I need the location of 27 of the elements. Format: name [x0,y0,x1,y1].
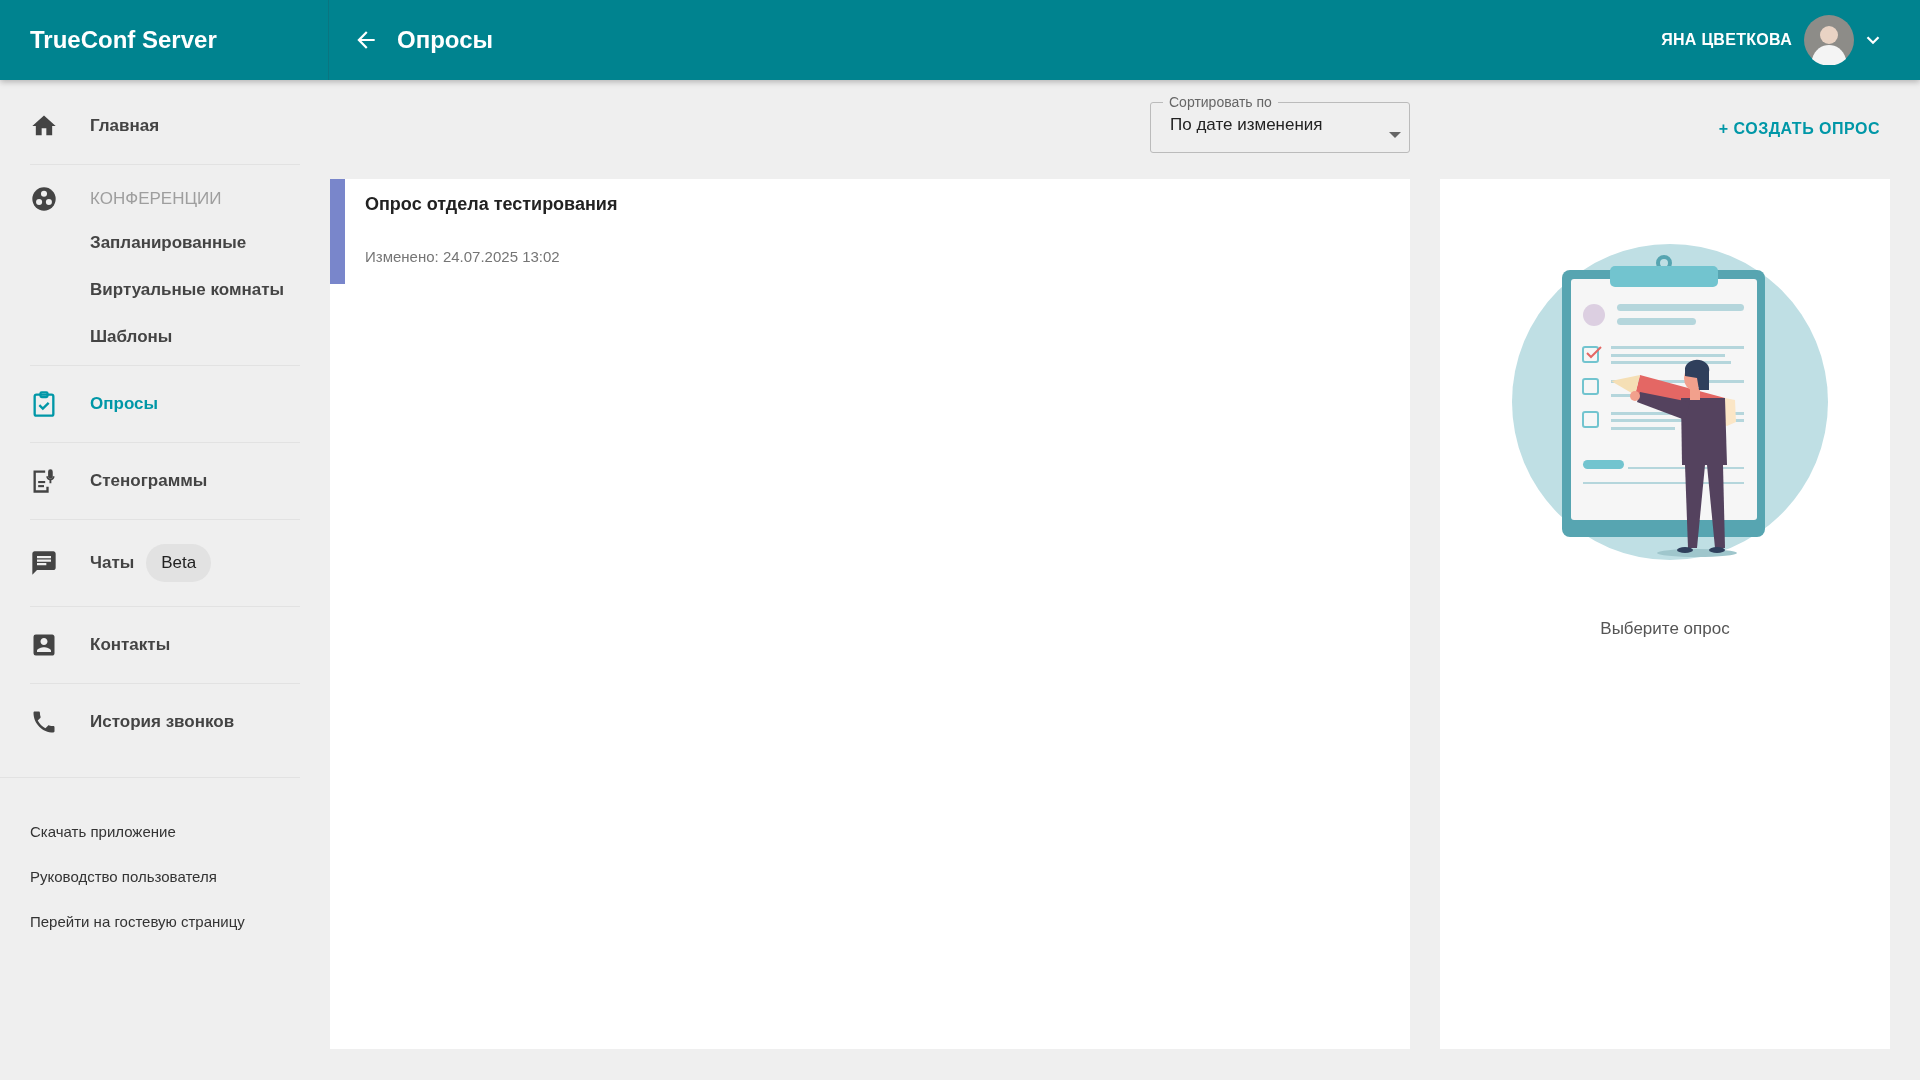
sort-label: Сортировать по [1168,94,1273,110]
group-icon [30,185,58,213]
poll-modified-date: Изменено: 24.07.2025 13:02 [365,248,561,265]
sidebar-subitem[interactable]: Виртуальные комнаты [30,280,300,300]
caret-icon [1389,132,1401,138]
app-title: TrueConf Server [30,26,217,54]
footer-link[interactable]: Скачать приложение [30,823,330,840]
poll-title: Опрос отдела тестирования [365,194,618,215]
sidebar-item[interactable]: История звонков [90,712,235,732]
empty-state-text: Выберите опрос [1600,619,1730,639]
sidebar-subitem[interactable]: Запланированные [30,233,300,253]
sidebar-item[interactable]: Главная [90,116,160,136]
footer-link[interactable]: Перейти на гостевую страницу [30,913,330,930]
user-name[interactable]: ЯНА ЦВЕТКОВА [1661,31,1792,49]
sidebar-subitem[interactable]: Шаблоны [30,327,300,347]
chat-icon [30,549,58,577]
sidebar-item[interactable]: Стенограммы [90,471,208,491]
footer-link[interactable]: Руководство пользователя [30,868,330,885]
sort-value: По дате изменения [1170,115,1324,135]
avatar[interactable] [1804,15,1854,65]
section-heading: КОНФЕРЕНЦИИ [90,189,222,209]
sidebar-item[interactable]: Чаты [90,553,135,573]
page-title: Опросы [397,26,493,54]
sort-dropdown[interactable]: Сортировать по По дате изменения [1150,94,1410,153]
sidebar-item[interactable]: Контакты [90,635,171,655]
poll-item[interactable]: Опрос отдела тестирования Изменено: 24.07.2025 13:02 [330,179,1410,284]
beta-badge: Beta [146,544,212,582]
